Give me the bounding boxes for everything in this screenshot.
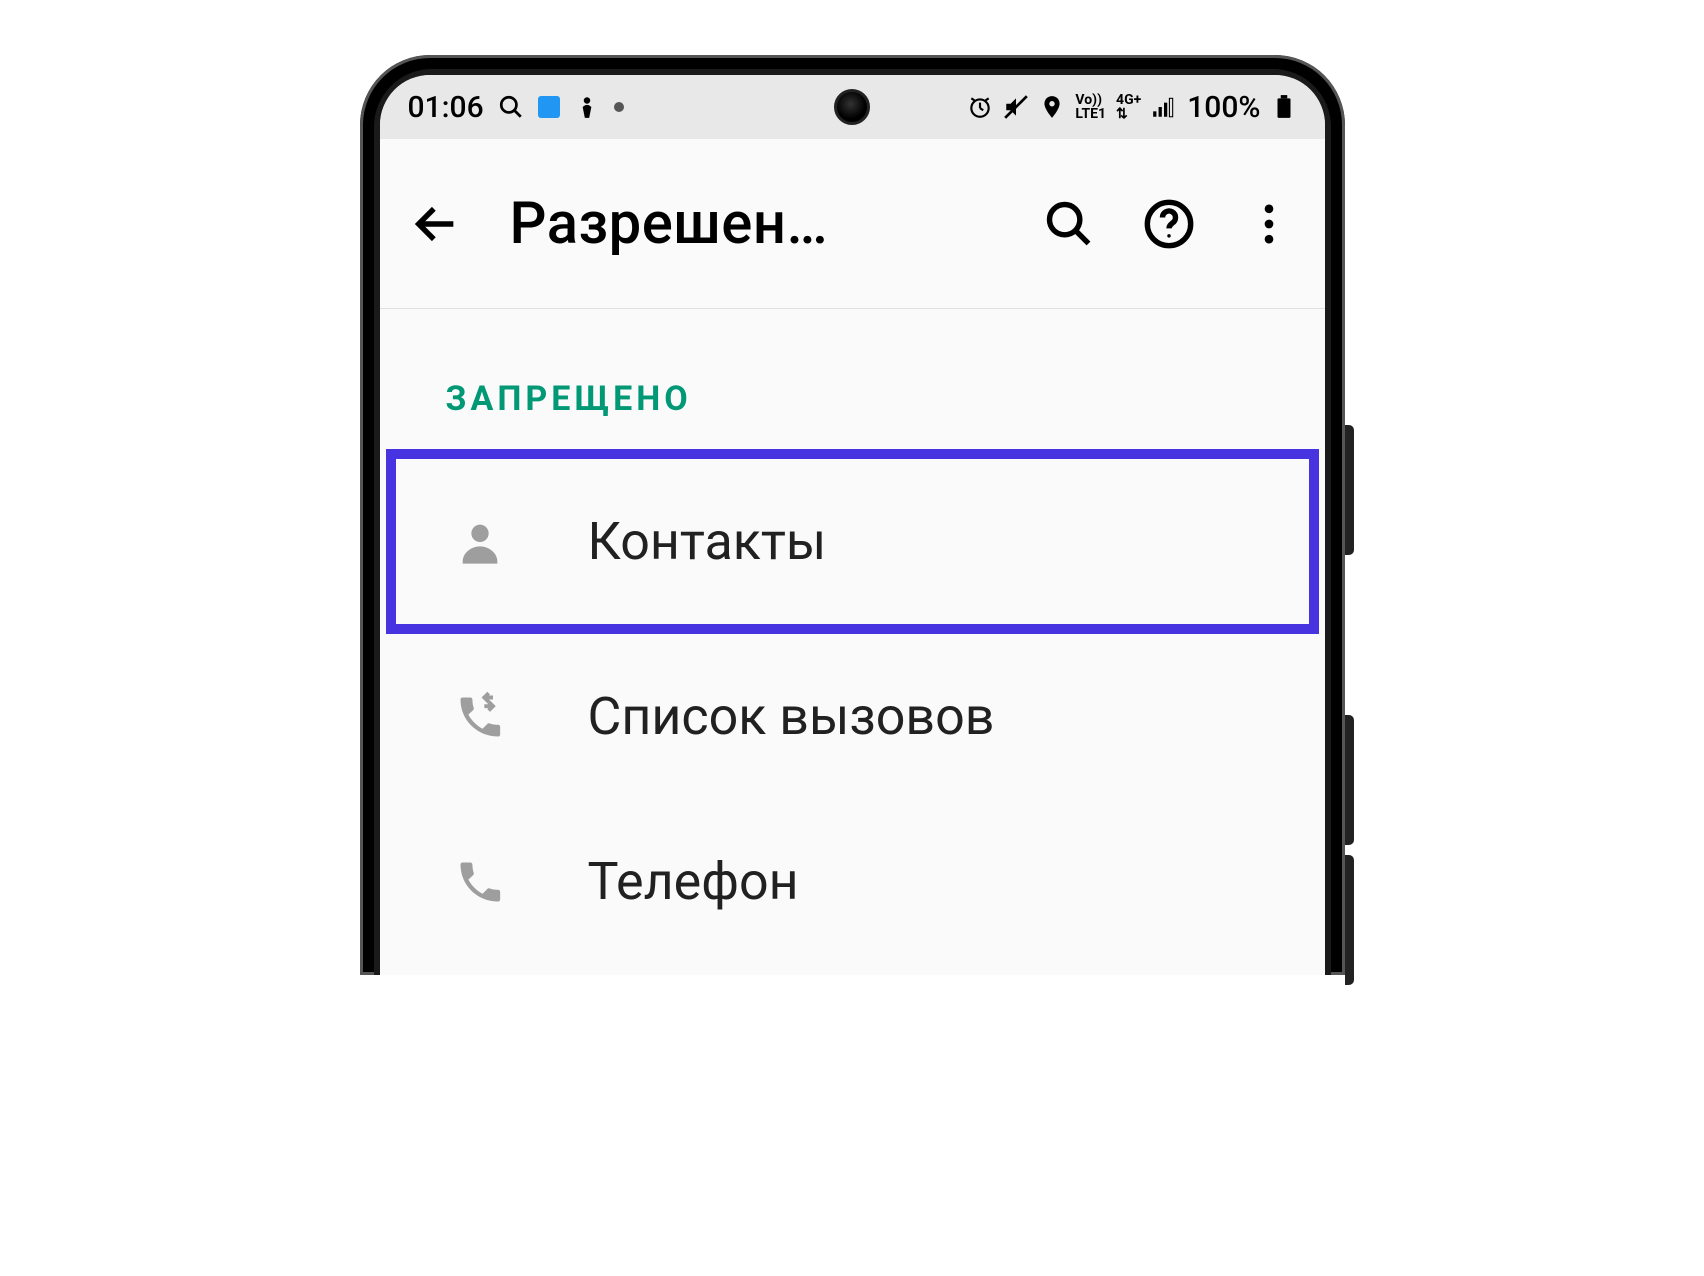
more-options-button[interactable] xyxy=(1243,198,1295,250)
app-bar: Разрешен… xyxy=(380,139,1325,309)
back-button[interactable] xyxy=(410,198,462,250)
permission-label: Контакты xyxy=(588,511,827,572)
help-button[interactable] xyxy=(1143,198,1195,250)
battery-percent: 100% xyxy=(1187,90,1260,125)
permission-label: Список вызовов xyxy=(588,686,995,747)
mute-icon xyxy=(1003,94,1029,120)
side-button xyxy=(1345,425,1354,555)
more-notifications-icon xyxy=(614,102,624,112)
section-header-denied: ЗАПРЕЩЕНО xyxy=(380,359,1325,449)
notification-icon xyxy=(538,96,560,118)
call-log-icon xyxy=(454,691,506,743)
volte-icon: Vo))LTE1 xyxy=(1075,93,1106,121)
content-area: ЗАПРЕЩЕНО Контакты Список вызовов xyxy=(380,309,1325,964)
signal-icon xyxy=(1151,94,1177,120)
app-notification-icon xyxy=(574,94,600,120)
side-button xyxy=(1345,715,1354,845)
person-icon xyxy=(454,516,506,568)
phone-icon xyxy=(454,856,506,908)
search-button[interactable] xyxy=(1043,198,1095,250)
alarm-icon xyxy=(967,94,993,120)
side-button xyxy=(1345,855,1354,985)
network-type-icon: 4G+⇅ xyxy=(1116,93,1141,121)
permission-label: Телефон xyxy=(588,851,799,912)
search-icon xyxy=(498,94,524,120)
front-camera xyxy=(834,89,870,125)
page-title: Разрешен… xyxy=(510,190,995,258)
status-time: 01:06 xyxy=(408,90,484,125)
permission-item-call-log[interactable]: Список вызовов xyxy=(380,634,1325,799)
phone-frame: 01:06 xyxy=(360,55,1345,975)
permission-item-contacts[interactable]: Контакты xyxy=(386,449,1319,634)
location-icon xyxy=(1039,94,1065,120)
battery-icon xyxy=(1271,94,1297,120)
permission-item-phone[interactable]: Телефон xyxy=(380,799,1325,964)
